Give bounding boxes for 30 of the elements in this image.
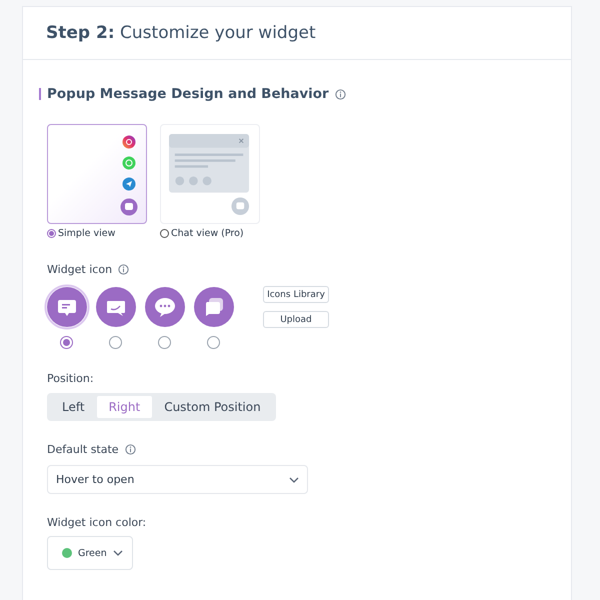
dropdown-value: Green — [78, 548, 107, 558]
dropdown-value: Hover to open — [56, 473, 134, 486]
chevron-down-icon — [112, 550, 123, 556]
field-label: Widget icon — [47, 263, 112, 276]
position-tab[interactable]: Custom Position — [152, 396, 273, 418]
info-icon[interactable] — [118, 264, 130, 275]
radio-button[interactable] — [47, 229, 56, 238]
default-state-dropdown[interactable]: Hover to open — [47, 465, 308, 494]
radio-button[interactable] — [207, 336, 220, 349]
view-option-card[interactable] — [47, 124, 147, 224]
step-title: Step 2: Customize your widget — [46, 23, 316, 43]
radio-label: Simple view — [58, 228, 116, 239]
radio-button[interactable] — [109, 336, 122, 349]
icon-action-button[interactable]: Icons Library — [263, 286, 329, 303]
icon-action-button[interactable]: Upload — [263, 311, 329, 328]
radio-label: Chat view (Pro) — [171, 228, 244, 239]
position-tab[interactable]: Right — [96, 396, 152, 418]
field-label: Widget icon color: — [47, 516, 146, 529]
radio-button[interactable] — [60, 336, 73, 349]
message-bubble-icon[interactable] — [44, 284, 90, 330]
field-label: Position: — [47, 372, 94, 385]
chevron-down-icon — [289, 476, 299, 482]
field-label: Default state — [47, 443, 119, 456]
position-tab[interactable]: Left — [50, 396, 97, 418]
info-icon[interactable] — [334, 88, 346, 100]
color-dropdown[interactable]: Green — [47, 536, 133, 570]
radio-button[interactable] — [158, 336, 171, 349]
radio-button[interactable] — [160, 229, 169, 238]
section-title: Popup Message Design and Behavior — [47, 86, 329, 102]
info-icon[interactable] — [124, 444, 136, 455]
